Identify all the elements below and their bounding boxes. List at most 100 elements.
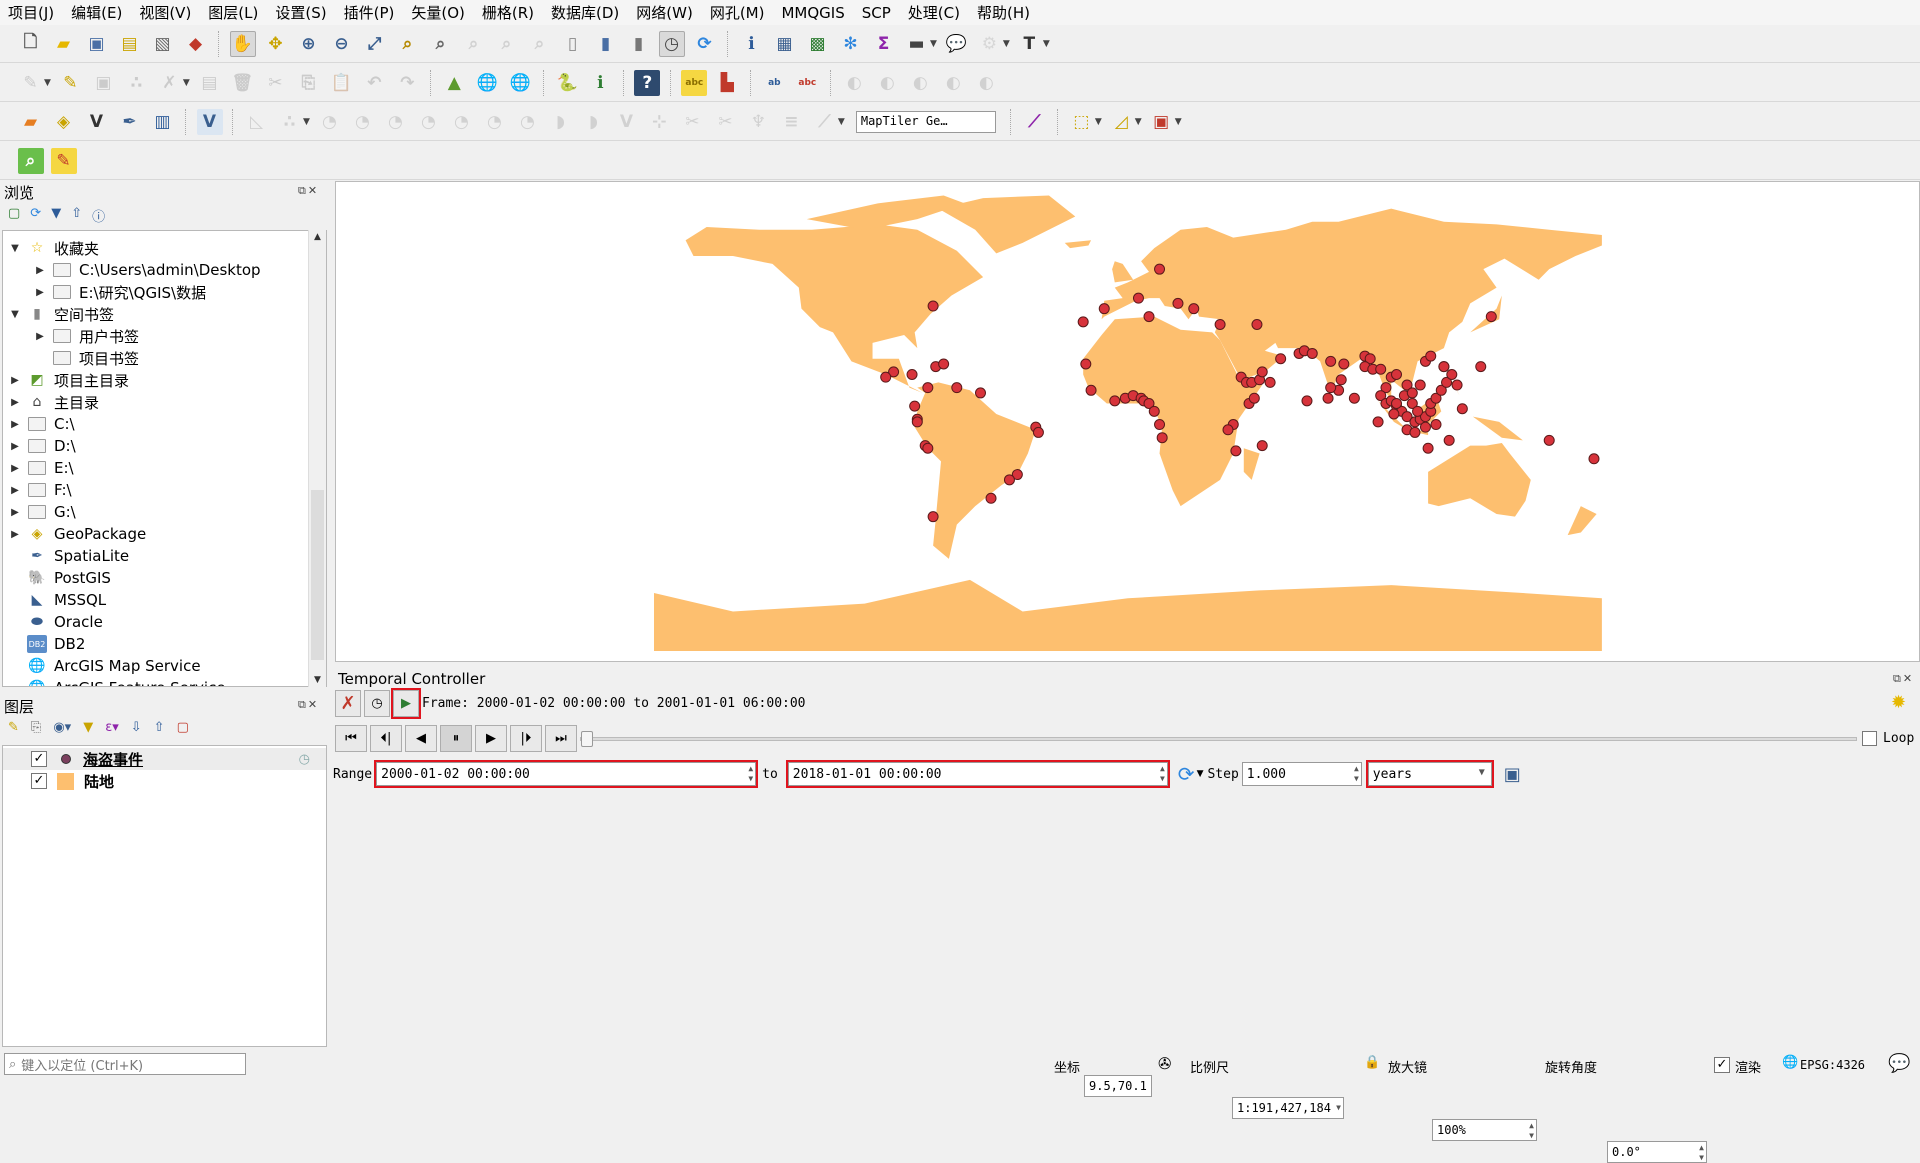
expand-arrow-icon[interactable]: ▶ (34, 331, 46, 342)
browser-item[interactable]: ▼ ☆ 收藏夹 (9, 237, 99, 259)
fill-ring-icon[interactable]: ◔ (349, 109, 375, 135)
browser-item[interactable]: ▶ D:\ (9, 435, 76, 457)
scp-search-icon[interactable]: ⌕ (17, 147, 44, 174)
menu-item[interactable]: 编辑(E) (71, 2, 122, 23)
zoom-last-icon[interactable]: ⌕ (494, 31, 520, 57)
data-source-manager-icon[interactable]: ▰ (18, 109, 44, 135)
expand-arrow-icon[interactable]: ▶ (9, 441, 21, 452)
current-edits-icon[interactable]: ✎ (18, 70, 44, 96)
show-hide-labels-icon[interactable]: ◐ (874, 70, 900, 96)
undo-icon[interactable]: ↶ (361, 70, 387, 96)
text-annotation-icon[interactable]: T (1016, 31, 1042, 57)
lock-scale-icon[interactable]: 🔒 (1364, 1055, 1380, 1070)
browser-item[interactable]: ▶ ⌂ 主目录 (9, 391, 99, 413)
browser-item[interactable]: 🌐 ArcGIS Feature Service (9, 677, 225, 686)
georeferencer-icon[interactable]: ▲ (441, 70, 467, 96)
rewind-to-start-button[interactable]: ⏮ (335, 725, 367, 752)
deselect-icon[interactable]: ▣ (1148, 109, 1174, 135)
filter-expression-icon[interactable]: ε▾ (105, 720, 119, 735)
refresh-icon[interactable]: ⟳ (30, 206, 41, 225)
new-shapefile-icon[interactable]: V (84, 109, 110, 135)
add-part-icon[interactable]: ◔ (316, 109, 342, 135)
dropdown-arrow-icon[interactable]: ▼ (183, 78, 190, 88)
browser-item[interactable]: ◣ MSSQL (9, 589, 107, 611)
collapse-arrow-icon[interactable]: ▼ (9, 243, 21, 254)
menu-item[interactable]: 处理(C) (908, 2, 960, 23)
help-icon[interactable]: ? (634, 69, 661, 96)
dropdown-arrow-icon[interactable]: ▼ (930, 39, 937, 49)
browser-item[interactable]: 🐘 PostGIS (9, 567, 111, 589)
add-group-icon[interactable]: ⎘ (31, 720, 41, 735)
zoom-full-icon[interactable]: ⤢ (362, 31, 388, 57)
time-slider[interactable] (580, 731, 1857, 747)
identify-icon[interactable]: ℹ (739, 31, 765, 57)
step-input[interactable]: 1.000 ▲ ▼ (1241, 762, 1362, 786)
add-wms-icon[interactable]: 🌐 (474, 70, 500, 96)
layer-visibility-checkbox[interactable]: ✓ (31, 751, 47, 767)
play-forward-button[interactable]: ▶ (475, 725, 507, 752)
temporal-settings-icon[interactable]: ✹ (1891, 692, 1906, 713)
menu-item[interactable]: 插件(P) (344, 2, 395, 23)
rotate-point-icon[interactable]: ⊹ (646, 109, 672, 135)
processing-toolbox-icon[interactable]: ✻ (838, 31, 864, 57)
modify-attributes-icon[interactable]: ▤ (196, 70, 222, 96)
align-icon[interactable]: ≡ (778, 109, 804, 135)
expand-arrow-icon[interactable]: ▶ (9, 529, 21, 540)
hide-labels-icon[interactable]: abc (794, 70, 820, 96)
browser-item[interactable]: ⬬ Oracle (9, 611, 103, 633)
menu-item[interactable]: 矢量(O) (411, 2, 465, 23)
style-manager-icon[interactable]: ◆ (183, 31, 209, 57)
zoom-next-icon[interactable]: ⌕ (527, 31, 553, 57)
collapse-all-icon[interactable]: ⇧ (154, 720, 165, 735)
digitize-right-angle-icon[interactable]: ◺ (244, 109, 270, 135)
menu-item[interactable]: 网孔(M) (710, 2, 765, 23)
previous-frame-button[interactable]: ⏴| (370, 725, 402, 752)
next-frame-button[interactable]: |⏵ (510, 725, 542, 752)
zoom-to-layer-icon[interactable]: ⌕ (428, 31, 454, 57)
browser-item[interactable]: ▶ C:\Users\admin\Desktop (34, 259, 260, 281)
browser-item[interactable]: 🌐 ArcGIS Map Service (9, 655, 200, 677)
shape-digitize-icon[interactable]: ⟋ (811, 109, 837, 135)
fixed-range-button[interactable]: ◷ (364, 690, 390, 717)
dropdown-arrow-icon[interactable]: ▼ (1175, 117, 1182, 127)
animated-mode-button[interactable]: ▶ (391, 688, 421, 719)
delete-part-icon[interactable]: ◔ (415, 109, 441, 135)
locator-icon[interactable]: ⚙ (976, 31, 1002, 57)
reverse-line-icon[interactable]: ✂ (712, 109, 738, 135)
vertex-tool-icon[interactable]: ✗ (156, 70, 182, 96)
messages-icon[interactable]: 💬 (1888, 1053, 1910, 1074)
menu-item[interactable]: 图层(L) (208, 2, 258, 23)
select-by-value-icon[interactable]: ◿ (1108, 109, 1134, 135)
attribute-table-icon[interactable]: ▦ (772, 31, 798, 57)
statistics-icon[interactable]: Σ (871, 31, 897, 57)
dropdown-arrow-icon[interactable]: ▼ (1135, 117, 1142, 127)
split-features-icon[interactable]: ◗ (547, 109, 573, 135)
label-properties-icon[interactable]: ◐ (973, 70, 999, 96)
new-project-icon[interactable]: 🗋 (18, 31, 44, 57)
range-start-input[interactable]: 2000-01-02 00:00:00 ▲ ▼ (374, 760, 759, 788)
menu-item[interactable]: 网络(W) (636, 2, 693, 23)
play-backward-button[interactable]: ◀ (405, 725, 437, 752)
rotation-input[interactable]: 0.0° ▲ ▼ (1607, 1141, 1707, 1163)
select-features-icon[interactable]: ⬚ (1068, 109, 1094, 135)
expand-arrow-icon[interactable]: ▶ (9, 419, 21, 430)
dropdown-arrow-icon[interactable]: ▼ (1095, 117, 1102, 127)
diagram-icon[interactable]: ▙ (714, 70, 740, 96)
label-tool-icon[interactable]: abc (681, 69, 708, 96)
expand-arrow-icon[interactable]: ▶ (9, 375, 21, 386)
python-console-icon[interactable]: 🐍 (554, 70, 580, 96)
cut-features-icon[interactable]: ✂ (262, 70, 288, 96)
new-temporary-layer-icon[interactable]: ▥ (150, 109, 176, 135)
toggle-editing-icon[interactable]: ✎ (57, 70, 83, 96)
browser-item[interactable]: ✒ SpatiaLite (9, 545, 129, 567)
pan-icon[interactable]: ✋ (229, 30, 256, 57)
plugin-info-icon[interactable]: ℹ (587, 70, 613, 96)
pan-to-selection-icon[interactable]: ✥ (263, 31, 289, 57)
simplify-icon[interactable]: ✂ (679, 109, 705, 135)
change-label-icon[interactable]: ◐ (940, 70, 966, 96)
split-parts-icon[interactable]: ◔ (514, 109, 540, 135)
trim-extend-icon[interactable]: ♆ (745, 109, 771, 135)
pause-button[interactable]: ⏸ (440, 725, 472, 752)
browser-item[interactable]: ▼ ▮ 空间书签 (9, 303, 114, 325)
refresh-icon[interactable]: ⟳ (692, 31, 718, 57)
